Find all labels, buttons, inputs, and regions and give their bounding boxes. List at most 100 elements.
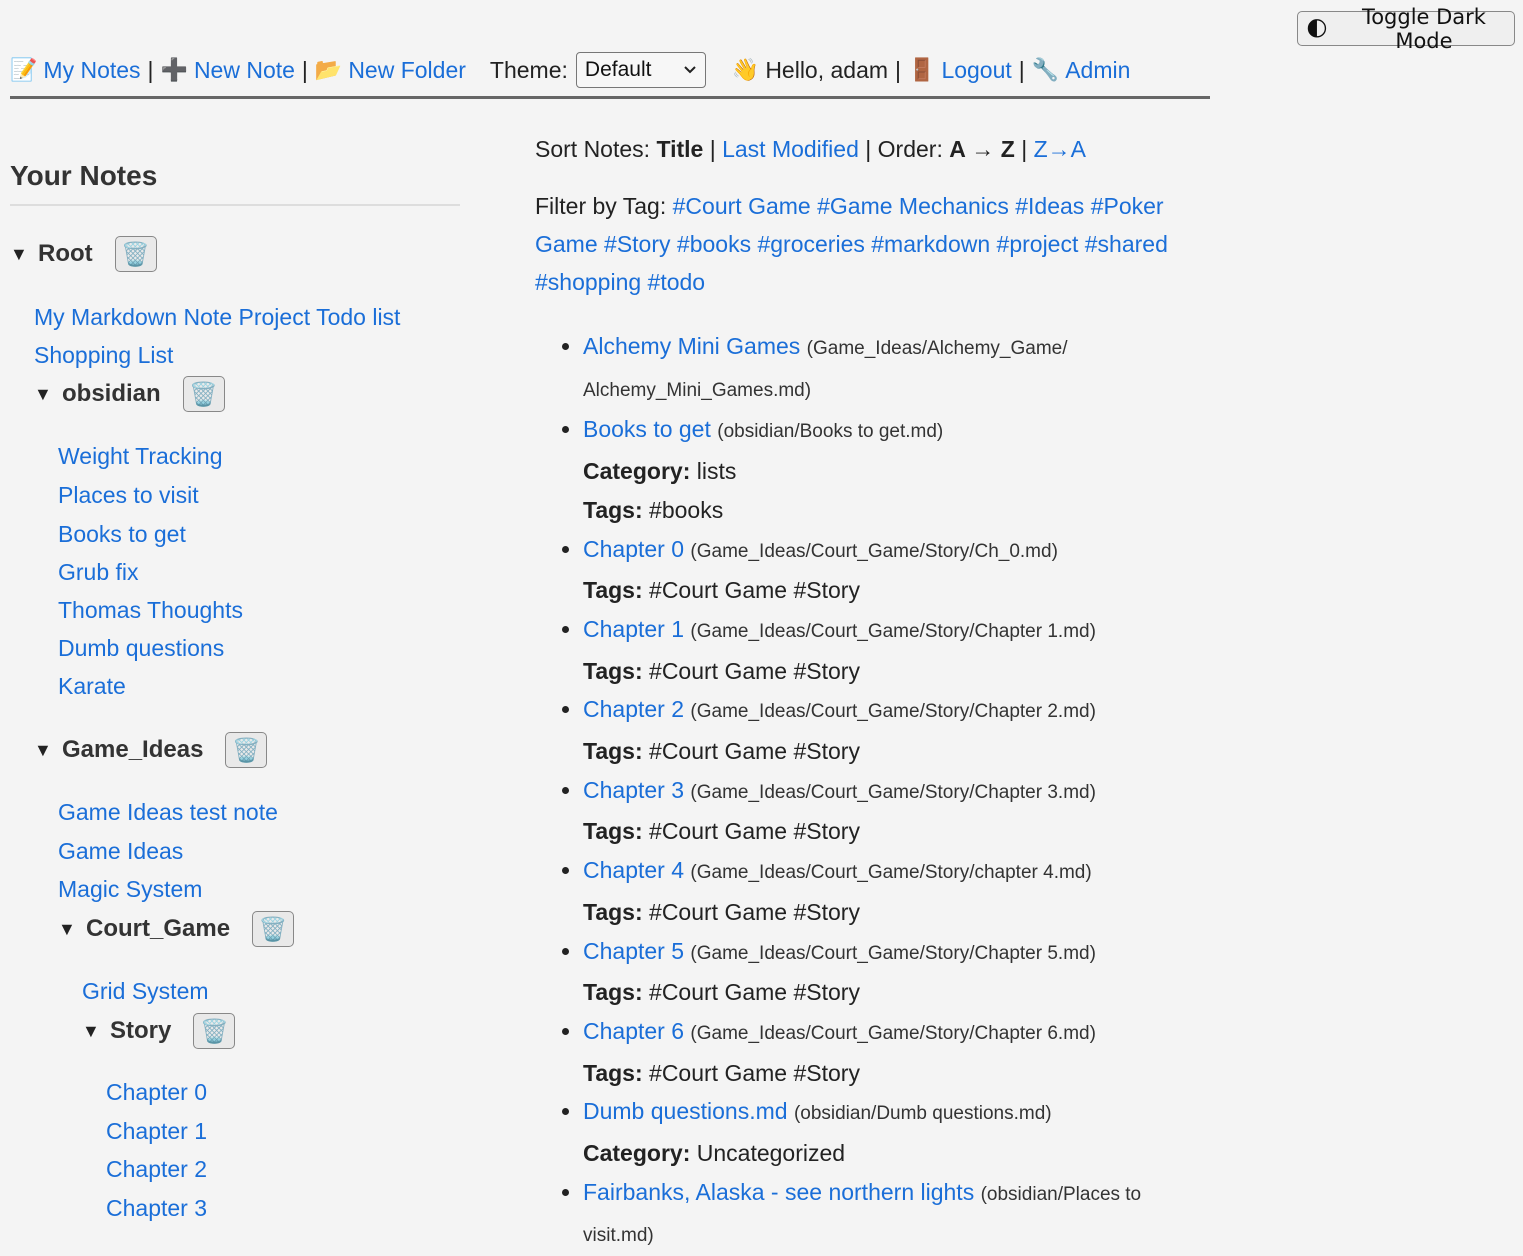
delete-folder-button[interactable]: 🗑️ xyxy=(252,911,295,947)
logout-link[interactable]: Logout xyxy=(941,57,1011,84)
delete-folder-button[interactable]: 🗑️ xyxy=(193,1013,236,1049)
sidebar-note-link[interactable]: Karate xyxy=(58,673,126,700)
note-tags: #Court Game #Story xyxy=(649,979,860,1006)
tags-label: Tags: xyxy=(583,818,643,845)
note-title-link[interactable]: Chapter 2 xyxy=(583,696,684,722)
note-title-link[interactable]: Books to get xyxy=(583,416,711,442)
sidebar-note-link[interactable]: My Markdown Note Project Todo list xyxy=(34,304,400,331)
sort-last-modified-link[interactable]: Last Modified xyxy=(722,136,859,162)
theme-label: Theme: xyxy=(489,56,568,83)
order-label: | Order: xyxy=(865,136,943,162)
tags-label: Tags: xyxy=(583,496,643,523)
top-navigation: 📝 My Notes | ➕ New Note | 📂 New Folder T… xyxy=(10,44,1210,99)
sidebar-note-link[interactable]: Chapter 0 xyxy=(106,1079,207,1106)
tag-filter-link[interactable]: #groceries xyxy=(757,231,864,257)
admin-link[interactable]: Admin xyxy=(1065,57,1130,84)
note-title-link[interactable]: Chapter 0 xyxy=(583,536,684,562)
sidebar-note-link[interactable]: Magic System xyxy=(58,876,202,903)
note-path: (Game_Ideas/Court_Game/Story/Chapter 2.m… xyxy=(690,701,1096,723)
note-title-link[interactable]: Fairbanks, Alaska - see northern lights xyxy=(583,1179,974,1205)
trash-icon: 🗑️ xyxy=(200,1017,229,1044)
door-icon: 🚪 xyxy=(908,57,936,82)
collapse-triangle-icon[interactable]: ▼ xyxy=(34,740,62,761)
sidebar-note-link[interactable]: Thomas Thoughts xyxy=(58,597,243,624)
main-content: Sort Notes: Title | Last Modified | Orde… xyxy=(535,136,1215,1256)
tag-filter-link[interactable]: #project xyxy=(997,231,1079,257)
nav-separator: | xyxy=(301,56,308,83)
note-tags: #Court Game #Story xyxy=(649,577,860,604)
folder-name: obsidian xyxy=(62,380,161,407)
note-tags: #books xyxy=(649,496,724,523)
new-folder-link[interactable]: New Folder xyxy=(348,57,466,84)
sidebar-note-link[interactable]: Grub fix xyxy=(58,559,139,586)
wrench-icon: 🔧 xyxy=(1031,57,1060,82)
note-title-link[interactable]: Dumb questions.md xyxy=(583,1098,788,1124)
folder-root[interactable]: ▼ Root 🗑️ xyxy=(10,236,157,272)
tag-filter-link[interactable]: #Game Mechanics xyxy=(817,193,1009,219)
chevron-down-icon xyxy=(684,66,696,74)
sidebar-note-link[interactable]: Weight Tracking xyxy=(58,443,222,470)
folder-obsidian[interactable]: ▼ obsidian 🗑️ xyxy=(34,376,225,412)
nav-separator: | xyxy=(895,56,902,83)
tag-filter-link[interactable]: #books xyxy=(677,231,751,257)
sidebar-note-link[interactable]: Chapter 3 xyxy=(106,1195,207,1222)
list-item: Books to get (obsidian/Books to get.md) … xyxy=(583,410,1215,529)
toggle-dark-mode-button[interactable]: 🌓 Toggle Dark Mode xyxy=(1297,5,1515,53)
folder-court-game[interactable]: ▼ Court_Game 🗑️ xyxy=(58,911,295,947)
note-path: (Game_Ideas/Court_Game/Story/Chapter 1.m… xyxy=(690,620,1096,642)
collapse-triangle-icon[interactable]: ▼ xyxy=(10,244,38,265)
toggle-dark-mode-label: Toggle Dark Mode xyxy=(1361,4,1486,53)
tags-label: Tags: xyxy=(583,898,643,925)
sidebar-note-link[interactable]: Books to get xyxy=(58,521,186,548)
tag-filter-link[interactable]: #Ideas xyxy=(1015,193,1084,219)
theme-select[interactable]: Default xyxy=(575,52,706,88)
tag-filter-link[interactable]: #todo xyxy=(648,269,706,295)
tag-filter-link[interactable]: #Court Game xyxy=(673,193,811,219)
folder-story[interactable]: ▼ Story 🗑️ xyxy=(82,1013,236,1049)
sort-separator: | xyxy=(1021,136,1028,162)
delete-folder-button[interactable]: 🗑️ xyxy=(225,732,268,768)
tags-label: Tags: xyxy=(583,979,643,1006)
trash-icon: 🗑️ xyxy=(258,915,288,942)
note-title-link[interactable]: Chapter 5 xyxy=(583,938,684,964)
sidebar-note-link[interactable]: Game Ideas test note xyxy=(58,799,278,826)
filter-label: Filter by Tag: xyxy=(535,193,667,219)
collapse-triangle-icon[interactable]: ▼ xyxy=(58,919,86,940)
tag-filter-link[interactable]: #markdown xyxy=(871,231,990,257)
order-za-link[interactable]: Z→A xyxy=(1034,136,1086,162)
collapse-triangle-icon[interactable]: ▼ xyxy=(34,384,62,405)
open-folder-icon: 📂 xyxy=(314,57,343,82)
delete-folder-button[interactable]: 🗑️ xyxy=(182,376,225,412)
sidebar-note-link[interactable]: Places to visit xyxy=(58,482,199,509)
my-notes-link[interactable]: My Notes xyxy=(43,57,140,84)
new-note-link[interactable]: New Note xyxy=(194,57,295,84)
list-item: Chapter 6 (Game_Ideas/Court_Game/Story/C… xyxy=(583,1012,1215,1092)
half-moon-icon: 🌓 xyxy=(1306,16,1328,41)
category-label: Category: xyxy=(583,458,691,485)
greeting-text: Hello, adam xyxy=(765,56,889,83)
sidebar-note-link[interactable]: Chapter 1 xyxy=(106,1118,207,1145)
note-tags: #Court Game #Story xyxy=(649,818,860,845)
sidebar-note-link[interactable]: Shopping List xyxy=(34,342,173,369)
collapse-triangle-icon[interactable]: ▼ xyxy=(82,1021,110,1042)
note-title-link[interactable]: Chapter 3 xyxy=(583,777,684,803)
note-title-link[interactable]: Chapter 6 xyxy=(583,1018,684,1044)
tag-filter-link[interactable]: #shopping xyxy=(535,269,641,295)
list-item: Chapter 2 (Game_Ideas/Court_Game/Story/C… xyxy=(583,690,1215,770)
delete-folder-button[interactable]: 🗑️ xyxy=(114,236,157,272)
sidebar-note-link[interactable]: Grid System xyxy=(82,978,209,1005)
sidebar-note-link[interactable]: Game Ideas xyxy=(58,838,183,865)
trash-icon: 🗑️ xyxy=(189,380,218,407)
note-title-link[interactable]: Chapter 4 xyxy=(583,857,684,883)
sidebar-note-link[interactable]: Dumb questions xyxy=(58,635,224,662)
note-title-link[interactable]: Alchemy Mini Games xyxy=(583,333,800,359)
note-tags: #Court Game #Story xyxy=(649,898,860,925)
tag-filter-link[interactable]: #Story xyxy=(604,231,670,257)
sidebar-note-link[interactable]: Chapter 2 xyxy=(106,1156,207,1183)
note-path: (Game_Ideas/Court_Game/Story/Chapter 3.m… xyxy=(690,781,1096,803)
note-path: (Game_Ideas/Court_Game/Story/Chapter 6.m… xyxy=(690,1022,1096,1044)
tag-filter-link[interactable]: #shared xyxy=(1085,231,1168,257)
note-title-link[interactable]: Chapter 1 xyxy=(583,616,684,642)
list-item: Chapter 4 (Game_Ideas/Court_Game/Story/c… xyxy=(583,851,1215,931)
folder-game-ideas[interactable]: ▼ Game_Ideas 🗑️ xyxy=(34,732,268,768)
